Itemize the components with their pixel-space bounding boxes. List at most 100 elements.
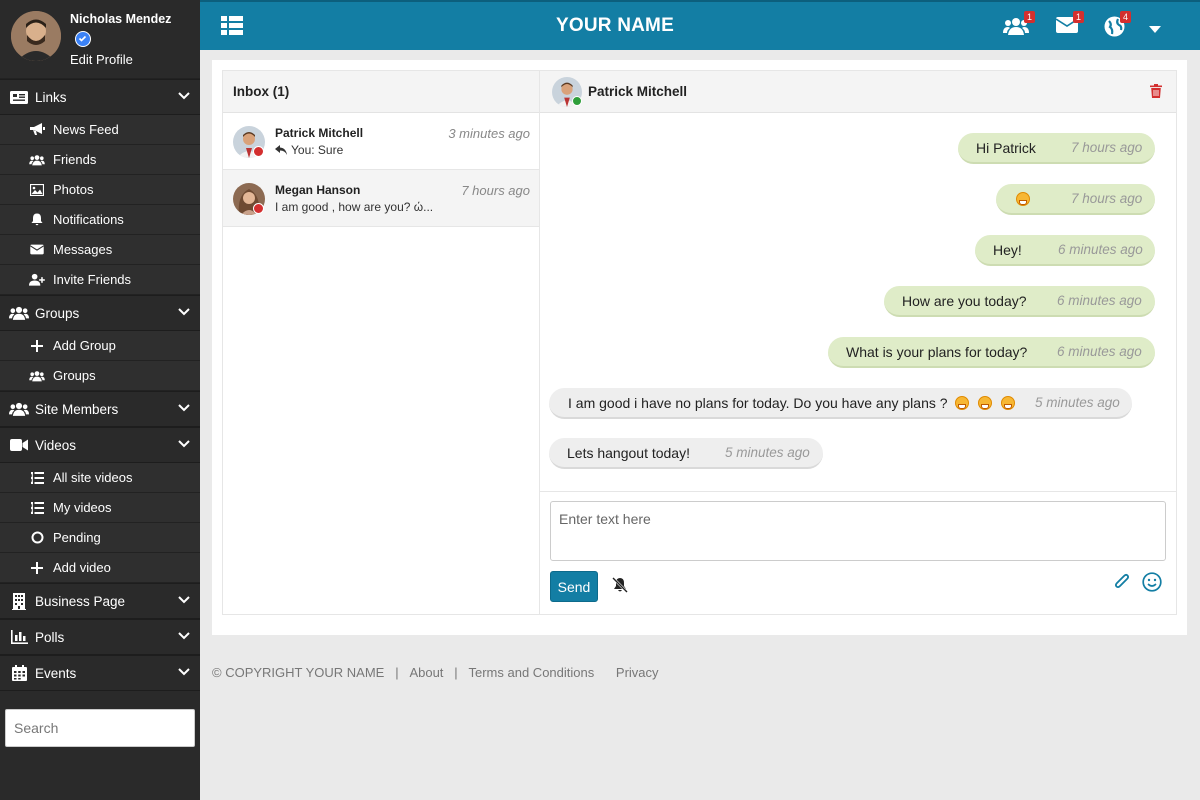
sidebar-item-add-video[interactable]: Add video (0, 553, 200, 583)
menu-section-site-members[interactable]: Site Members (0, 391, 200, 427)
chevron-down-icon (178, 632, 190, 640)
sidebar-item-add-group[interactable]: Add Group (0, 331, 200, 361)
grinning-emoji-icon (1016, 191, 1030, 206)
sidebar-item-notifications[interactable]: Notifications (0, 205, 200, 235)
sidebar-menu: Links News Feed Friends Photos Notifications… (0, 79, 200, 691)
sidebar-item-label: Notifications (53, 212, 124, 227)
chat-window: Patrick Mitchell Hi Patrick 7 hours ago 7 … (540, 70, 1177, 615)
message-text: I am good i have no plans for today. Do … (568, 394, 948, 411)
send-button[interactable]: Send (550, 571, 598, 602)
online-status-dot (572, 96, 582, 106)
menu-section-label: Videos (35, 437, 77, 453)
reply-icon (275, 145, 287, 155)
plus-icon (29, 339, 45, 353)
copyright-text: © COPYRIGHT YOUR NAME (212, 665, 385, 680)
sidebar-item-label: All site videos (53, 470, 133, 485)
menu-section-events[interactable]: Events (0, 655, 200, 691)
notifications-button[interactable]: 4 (1104, 11, 1131, 37)
conversation-item[interactable]: Megan Hanson I am good , how are you? ώ.… (223, 170, 539, 227)
newspaper-icon (9, 89, 29, 105)
friend-requests-button[interactable]: 1 (1003, 11, 1035, 36)
mute-notifications-icon[interactable] (611, 577, 629, 593)
message-time: 7 hours ago (1071, 140, 1143, 155)
footer-link-about[interactable]: About (409, 665, 443, 680)
menu-section-groups[interactable]: Groups (0, 295, 200, 331)
sidebar-item-photos[interactable]: Photos (0, 175, 200, 205)
menu-section-polls[interactable]: Polls (0, 619, 200, 655)
sidebar: Nicholas Mendez Edit Profile Links News F… (0, 0, 200, 800)
sidebar-item-messages[interactable]: Messages (0, 235, 200, 265)
profile-avatar[interactable] (11, 11, 61, 61)
conversation-item[interactable]: Patrick Mitchell You: Sure 3 minutes ago (223, 113, 539, 170)
sidebar-item-groups[interactable]: Groups (0, 361, 200, 391)
messages-button[interactable]: 1 (1056, 11, 1084, 34)
site-brand[interactable]: YOUR NAME (200, 15, 1030, 37)
menu-section-label: Business Page (35, 593, 126, 609)
users-icon (9, 401, 29, 417)
menu-section-links[interactable]: Links (0, 79, 200, 115)
bell-icon (29, 213, 45, 227)
conversation-time: 3 minutes ago (448, 126, 530, 141)
menu-section-videos[interactable]: Videos (0, 427, 200, 463)
message-text: Hey! (993, 241, 1022, 258)
sidebar-item-label: Photos (53, 182, 94, 197)
image-icon (29, 183, 45, 197)
conversation-preview: You: Sure (275, 143, 343, 157)
message-time: 6 minutes ago (1057, 293, 1142, 308)
attach-file-icon[interactable] (1113, 572, 1131, 592)
chevron-down-icon (178, 668, 190, 676)
sidebar-item-my-videos[interactable]: My videos (0, 493, 200, 523)
inbox-title: Inbox (1) (223, 71, 539, 113)
sidebar-item-news-feed[interactable]: News Feed (0, 115, 200, 145)
users-icon (9, 305, 29, 321)
incoming-message: I am good i have no plans for today. Do … (549, 388, 1132, 419)
video-icon (9, 437, 29, 453)
message-input[interactable] (550, 501, 1166, 561)
outgoing-message: Hi Patrick 7 hours ago (958, 133, 1155, 164)
sidebar-item-label: Pending (53, 530, 101, 545)
conversation-time: 7 hours ago (461, 183, 530, 198)
circle-icon (29, 531, 45, 545)
sidebar-item-pending[interactable]: Pending (0, 523, 200, 553)
sidebar-search (5, 709, 195, 747)
outgoing-message: How are you today? 6 minutes ago (884, 286, 1155, 317)
messages-panel: Inbox (1) Patrick Mitchell You: Sure 3 m… (212, 60, 1187, 635)
sidebar-item-label: My videos (53, 500, 112, 515)
sidebar-item-all-site-videos[interactable]: All site videos (0, 463, 200, 493)
plus-icon (29, 561, 45, 575)
list-icon (29, 501, 45, 515)
menu-section-label: Polls (35, 629, 65, 645)
incoming-message: Lets hangout today! 5 minutes ago (549, 438, 823, 469)
chevron-down-icon (178, 92, 190, 100)
sidebar-item-invite-friends[interactable]: Invite Friends (0, 265, 200, 295)
contact-name[interactable]: Patrick Mitchell (588, 84, 687, 99)
sidebar-item-label: Groups (53, 368, 96, 383)
edit-profile-link[interactable]: Edit Profile (70, 52, 133, 67)
search-input[interactable] (6, 710, 194, 746)
conversation-name: Megan Hanson (275, 183, 361, 197)
conversation-preview: I am good , how are you? ώ... (275, 200, 433, 214)
delete-conversation-button[interactable] (1150, 84, 1162, 98)
megaphone-icon (29, 123, 45, 137)
emoji-picker-icon[interactable] (1142, 572, 1162, 592)
outgoing-message: What is your plans for today? 6 minutes a… (828, 337, 1155, 368)
message-composer: Send (540, 491, 1177, 616)
footer-link-terms[interactable]: Terms and Conditions (469, 665, 595, 680)
chat-header: Patrick Mitchell (540, 71, 1176, 113)
offline-status-dot (253, 203, 264, 214)
users-icon (29, 153, 45, 167)
account-dropdown-icon[interactable] (1149, 26, 1161, 34)
message-time: 5 minutes ago (725, 445, 810, 460)
profile-name[interactable]: Nicholas Mendez (70, 12, 171, 26)
conversation-name: Patrick Mitchell (275, 126, 364, 140)
friends-badge: 1 (1024, 11, 1035, 23)
sidebar-item-friends[interactable]: Friends (0, 145, 200, 175)
menu-section-label: Site Members (35, 401, 119, 417)
menu-section-label: Events (35, 665, 77, 681)
envelope-icon (29, 243, 45, 257)
menu-section-business-page[interactable]: Business Page (0, 583, 200, 619)
footer-link-privacy[interactable]: Privacy (616, 665, 659, 680)
footer: © COPYRIGHT YOUR NAME | About | Terms an… (212, 665, 659, 680)
message-time: 5 minutes ago (1035, 395, 1120, 410)
message-time: 6 minutes ago (1058, 242, 1143, 257)
